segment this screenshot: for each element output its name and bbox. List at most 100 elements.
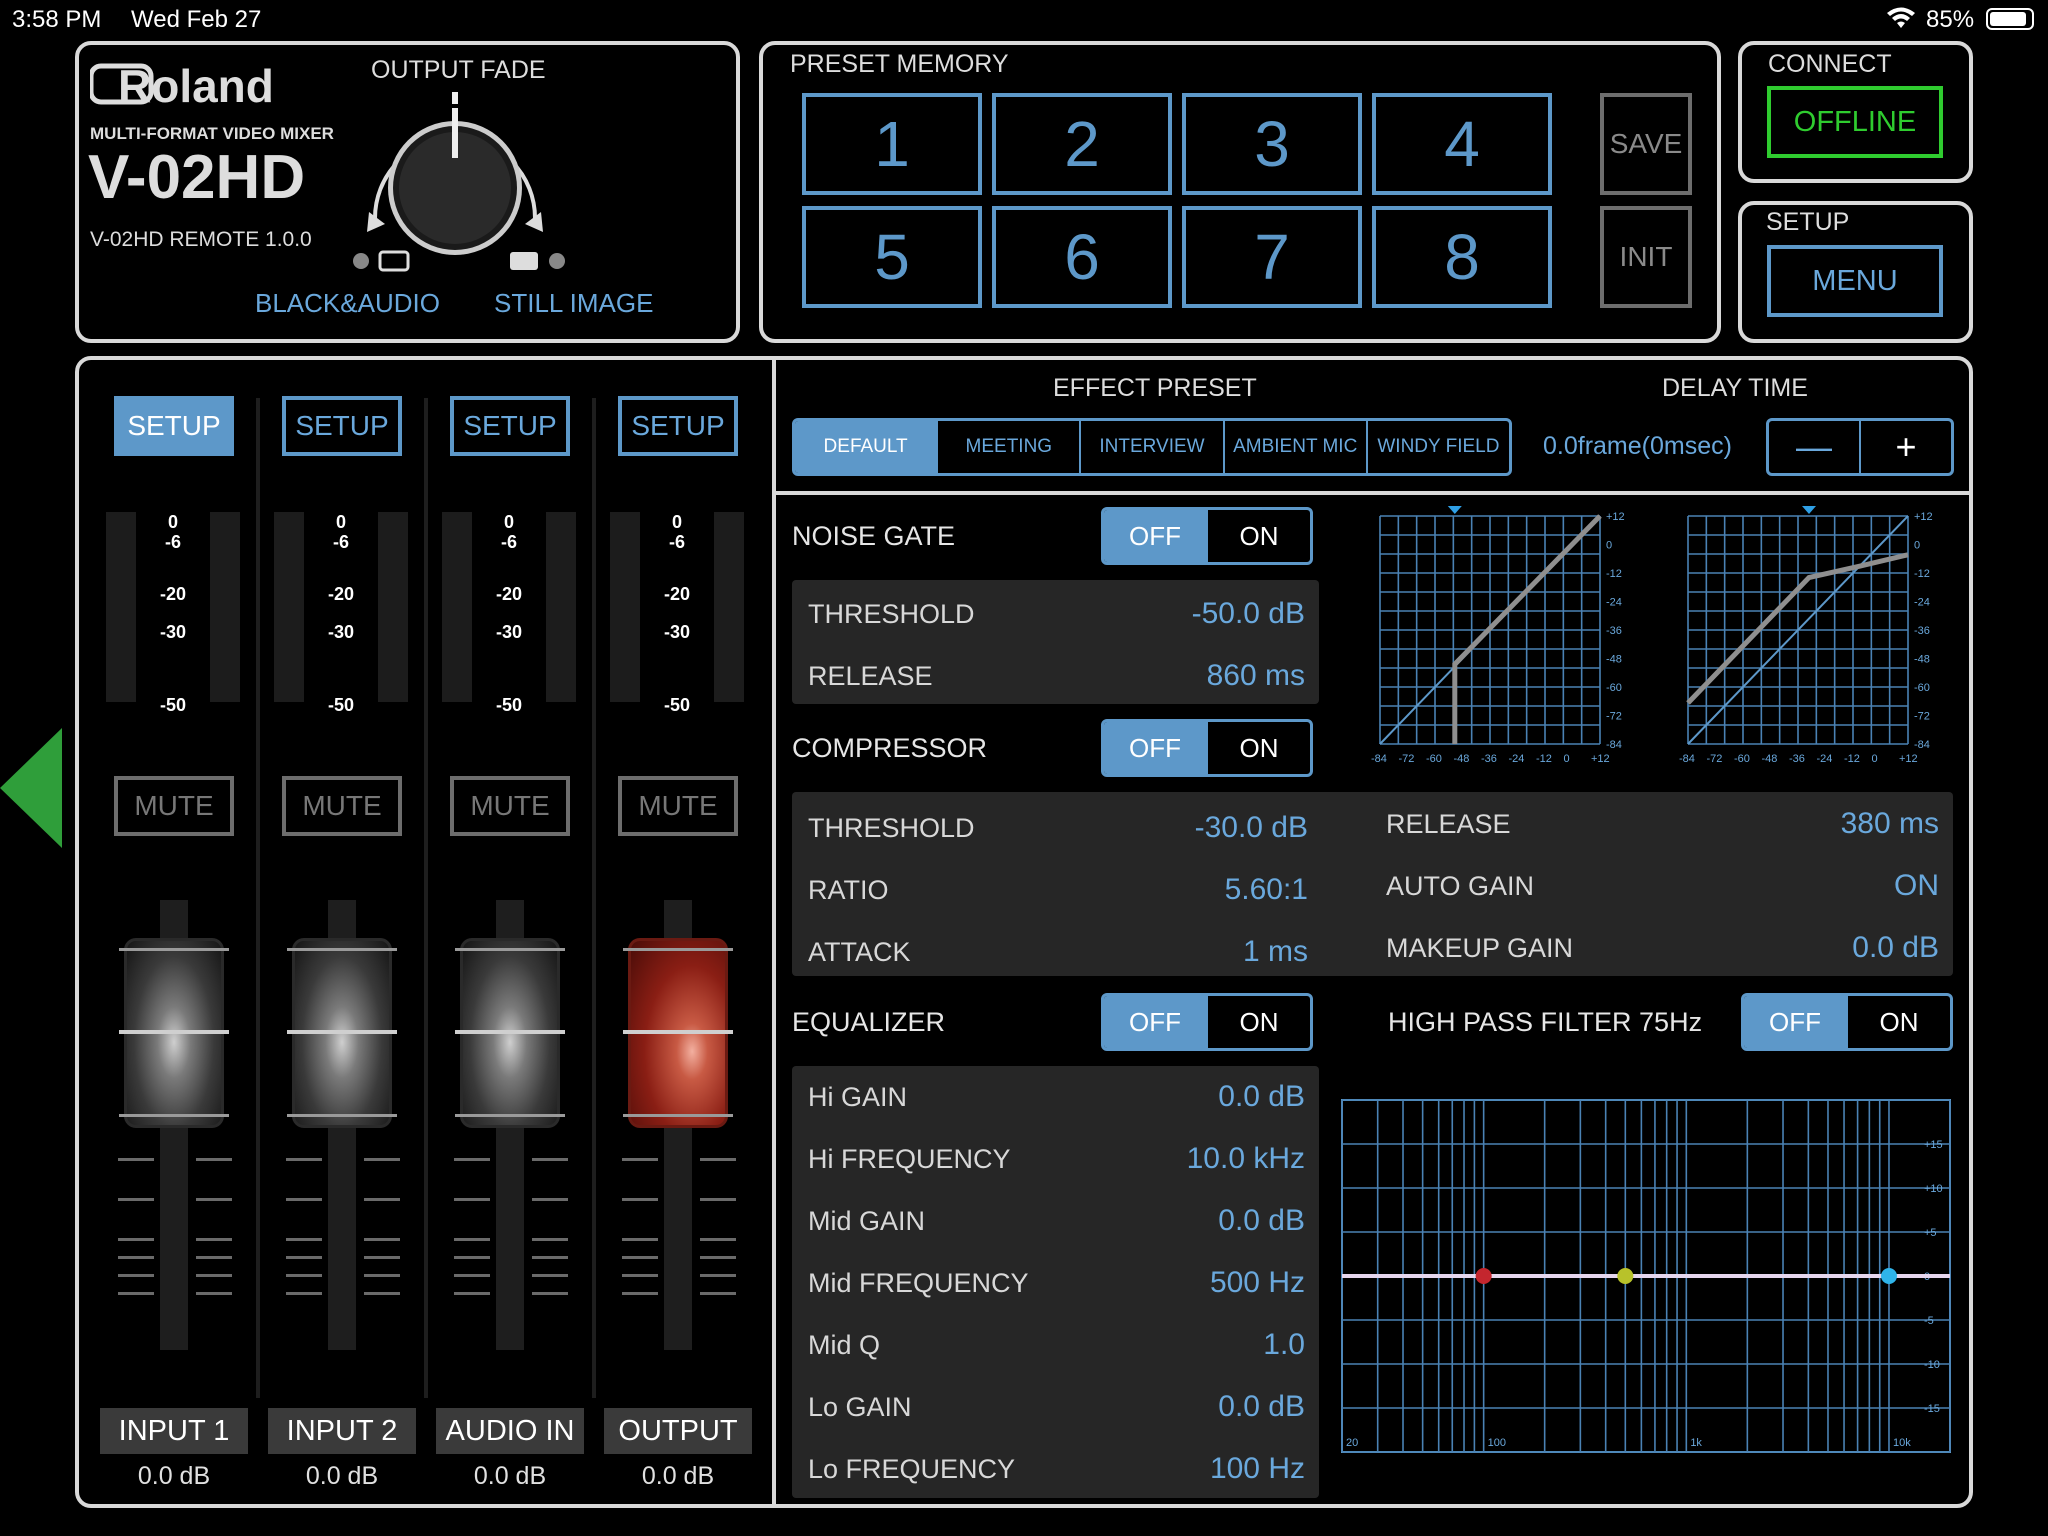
meter-scale-label: -30 <box>495 622 522 642</box>
fader-center-line <box>455 1030 565 1034</box>
preset-2-button[interactable]: 2 <box>992 93 1172 195</box>
eq-mid-frequency-value[interactable]: 500 Hz <box>1210 1266 1305 1300</box>
preset-6-button[interactable]: 6 <box>992 206 1172 308</box>
save-button[interactable]: SAVE <box>1600 93 1692 195</box>
output-fade-knob[interactable] <box>355 88 555 268</box>
delay-minus-button[interactable]: — <box>1769 421 1859 473</box>
comp-release-value[interactable]: 380 ms <box>1841 807 1939 841</box>
fader-center-line <box>287 1030 397 1034</box>
eq-hi-frequency-value[interactable]: 10.0 kHz <box>1187 1142 1305 1176</box>
still-image-button[interactable]: STILL IMAGE <box>494 288 653 319</box>
hpf-on[interactable]: ON <box>1846 996 1950 1048</box>
graph-y-tick: -72 <box>1606 711 1622 723</box>
fader-tick <box>532 1292 568 1295</box>
fader-tick <box>196 1274 232 1277</box>
output-fade-title: OUTPUT FADE <box>371 56 546 84</box>
menu-button[interactable]: MENU <box>1767 245 1943 317</box>
channel-setup-button[interactable]: SETUP <box>450 396 570 456</box>
equalizer-on[interactable]: ON <box>1206 996 1310 1048</box>
channel-setup-button[interactable]: SETUP <box>618 396 738 456</box>
eq-x-tick: 1k <box>1690 1437 1702 1449</box>
black-audio-button[interactable]: BLACK&AUDIO <box>255 288 440 319</box>
comp-makeup-gain-value[interactable]: 0.0 dB <box>1852 931 1939 965</box>
init-button[interactable]: INIT <box>1600 206 1692 308</box>
comp-threshold-label: THRESHOLD <box>808 812 975 843</box>
compressor-off[interactable]: OFF <box>1104 722 1206 774</box>
eq-x-tick: 10k <box>1893 1437 1911 1449</box>
preset-8-button[interactable]: 8 <box>1372 206 1552 308</box>
back-arrow-icon[interactable] <box>0 728 62 853</box>
hpf-toggle: OFF ON <box>1741 993 1953 1051</box>
equalizer-off[interactable]: OFF <box>1104 996 1206 1048</box>
eq-mid-gain-value[interactable]: 0.0 dB <box>1218 1204 1305 1238</box>
preset-5-button[interactable]: 5 <box>802 206 982 308</box>
eq-hi-gain-value[interactable]: 0.0 dB <box>1218 1080 1305 1114</box>
comp-attack-value[interactable]: 1 ms <box>1243 935 1308 969</box>
preset-3-button[interactable]: 3 <box>1182 93 1362 195</box>
eq-hi-band-point[interactable] <box>1880 1268 1897 1284</box>
eq-y-tick: -5 <box>1924 1315 1934 1327</box>
graph-x-tick: +12 <box>1899 753 1918 765</box>
channel-setup-button[interactable]: SETUP <box>114 396 234 456</box>
meter-scale-label: -50 <box>663 695 690 715</box>
graph-y-tick: -84 <box>1606 739 1622 751</box>
eq-lo-gain-value[interactable]: 0.0 dB <box>1218 1390 1305 1424</box>
fader-tick <box>700 1158 736 1161</box>
channel-level: 0.0 dB <box>137 1462 211 1490</box>
eq-param-label: Mid GAIN <box>808 1205 926 1236</box>
eq-param-label: Mid FREQUENCY <box>808 1267 1029 1298</box>
fader-tick <box>118 1238 154 1241</box>
preset-4-button[interactable]: 4 <box>1372 93 1552 195</box>
channel-mute-button[interactable]: MUTE <box>114 776 234 836</box>
fader-cap-line <box>119 1114 229 1117</box>
fader-tick <box>700 1198 736 1201</box>
fader-tick <box>622 1238 658 1241</box>
eq-mid-q-value[interactable]: 1.0 <box>1263 1328 1305 1362</box>
graph-y-tick: -48 <box>1914 654 1930 666</box>
fader-tick <box>196 1158 232 1161</box>
eq-mid-band-point[interactable] <box>1617 1268 1634 1284</box>
hpf-off[interactable]: OFF <box>1744 996 1846 1048</box>
compressor-on[interactable]: ON <box>1206 722 1310 774</box>
app-version: V-02HD REMOTE 1.0.0 <box>90 228 312 251</box>
effect-preset-meeting[interactable]: MEETING <box>936 421 1079 473</box>
effect-preset-ambient-mic[interactable]: AMBIENT MIC <box>1222 421 1366 473</box>
channel-setup-button[interactable]: SETUP <box>282 396 402 456</box>
offline-button[interactable]: OFFLINE <box>1767 86 1943 158</box>
channel-mute-button[interactable]: MUTE <box>618 776 738 836</box>
fader-tick <box>364 1238 400 1241</box>
channel-mute-button[interactable]: MUTE <box>282 776 402 836</box>
equalizer-label: EQUALIZER <box>792 1007 946 1037</box>
comp-threshold-value[interactable]: -30.0 dB <box>1195 811 1308 845</box>
eq-lo-frequency-value[interactable]: 100 Hz <box>1210 1452 1305 1486</box>
graph-x-tick: -12 <box>1844 753 1860 765</box>
graph-y-tick: -36 <box>1914 625 1930 637</box>
channel-mute-button[interactable]: MUTE <box>450 776 570 836</box>
graph-x-tick: -36 <box>1481 753 1497 765</box>
channel-meter-right <box>210 512 240 702</box>
noise-gate-on[interactable]: ON <box>1206 510 1310 562</box>
preset-1-button[interactable]: 1 <box>802 93 982 195</box>
graph-y-tick: -24 <box>1914 597 1930 609</box>
device-model: V-02HD <box>88 143 306 212</box>
fader-tick <box>286 1292 322 1295</box>
fader-center-line <box>623 1030 733 1034</box>
ng-threshold-value[interactable]: -50.0 dB <box>1192 597 1305 631</box>
eq-lo-band-point[interactable] <box>1475 1268 1492 1284</box>
meter-scale-label: -6 <box>164 532 181 552</box>
noise-gate-off[interactable]: OFF <box>1104 510 1206 562</box>
fader-tick <box>454 1158 490 1161</box>
channel-level: 0.0 dB <box>305 1462 379 1490</box>
channel-meter-right <box>546 512 576 702</box>
preset-7-button[interactable]: 7 <box>1182 206 1362 308</box>
effect-preset-default[interactable]: DEFAULT <box>795 421 937 473</box>
effect-preset-windy-field[interactable]: WINDY FIELD <box>1365 421 1509 473</box>
effect-preset-interview[interactable]: INTERVIEW <box>1079 421 1222 473</box>
comp-auto-gain-value[interactable]: ON <box>1894 869 1939 903</box>
delay-plus-button[interactable]: + <box>1859 421 1951 473</box>
ng-release-value[interactable]: 860 ms <box>1207 659 1305 693</box>
black-audio-icon <box>352 250 412 277</box>
eq-param-label: Mid Q <box>808 1329 881 1360</box>
comp-ratio-value[interactable]: 5.60:1 <box>1225 873 1308 907</box>
delay-time-value: 0.0frame(0msec) <box>1543 432 1732 460</box>
